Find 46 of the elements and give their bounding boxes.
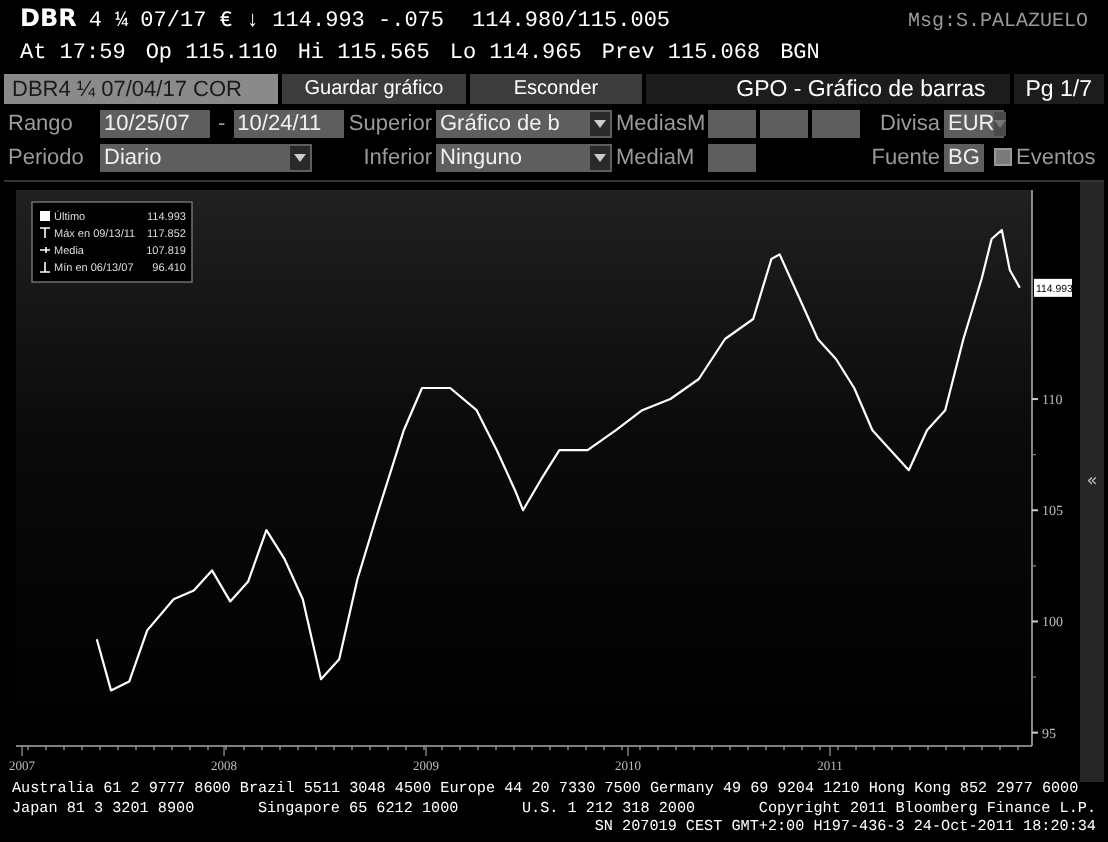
field-label: Inferior — [361, 145, 434, 169]
last-price: 07/17 € ↓ 114.993 -.075 — [140, 10, 444, 34]
input-field[interactable]: 10/25/07 — [100, 109, 210, 137]
input-field[interactable] — [708, 143, 756, 171]
legend-marker-icon — [39, 246, 51, 254]
field-label: Periodo — [6, 145, 86, 169]
field-label: MediasM — [614, 111, 708, 135]
toolbar-button[interactable]: Guardar gráfico — [282, 74, 466, 104]
toolbar-button[interactable]: Esconder — [470, 74, 642, 104]
input-field[interactable]: 10/24/11 — [233, 109, 344, 137]
dropdown[interactable]: Gráfico de b — [436, 109, 612, 137]
input-field[interactable] — [760, 109, 808, 137]
field-label: Divisa — [878, 111, 942, 135]
function-title: GPO - Gráfico de barras — [646, 74, 1010, 104]
field-label: Superior — [346, 111, 434, 135]
field-label: MediaM — [614, 145, 697, 169]
field-label: Rango — [6, 111, 75, 135]
quote-stat: Lo 114.965 — [449, 42, 582, 66]
bid-ask: 114.980/115.005 — [472, 10, 671, 34]
page-indicator: Pg 1/7 — [1013, 74, 1104, 104]
security-name: DBR4 ¼ 07/04/17 COR — [4, 74, 278, 104]
dropdown[interactable]: Ninguno — [436, 143, 612, 171]
input-field[interactable]: BG — [944, 143, 984, 171]
quote-stat: Hi 115.565 — [297, 42, 430, 66]
input-field[interactable] — [812, 109, 860, 137]
legend-marker-icon — [40, 211, 50, 221]
field-label: - — [216, 111, 228, 135]
caret-icon — [590, 145, 610, 169]
field-label: Fuente — [869, 145, 942, 169]
ticker: DBR — [20, 4, 77, 32]
quote-stat: Op 115.110 — [145, 42, 278, 66]
dropdown[interactable]: Diario — [100, 143, 312, 171]
caret-icon — [290, 145, 310, 169]
coupon: 4 ¼ — [88, 10, 129, 34]
checkbox[interactable]: Eventos — [994, 145, 1096, 169]
message: Msg:S.PALAZUELO — [907, 12, 1088, 34]
caret-icon — [994, 111, 1007, 135]
collapse-icon: « — [1086, 472, 1098, 492]
quote-stat: Prev 115.068 — [601, 42, 761, 66]
caret-icon — [590, 111, 610, 135]
input-field[interactable] — [708, 109, 756, 137]
quote-stat: At 17:59 — [20, 42, 126, 66]
side-panel[interactable]: « — [1080, 182, 1104, 782]
legend-marker-icon — [39, 227, 51, 239]
legend-marker-icon — [39, 261, 51, 273]
quote-stat: BGN — [780, 42, 820, 66]
